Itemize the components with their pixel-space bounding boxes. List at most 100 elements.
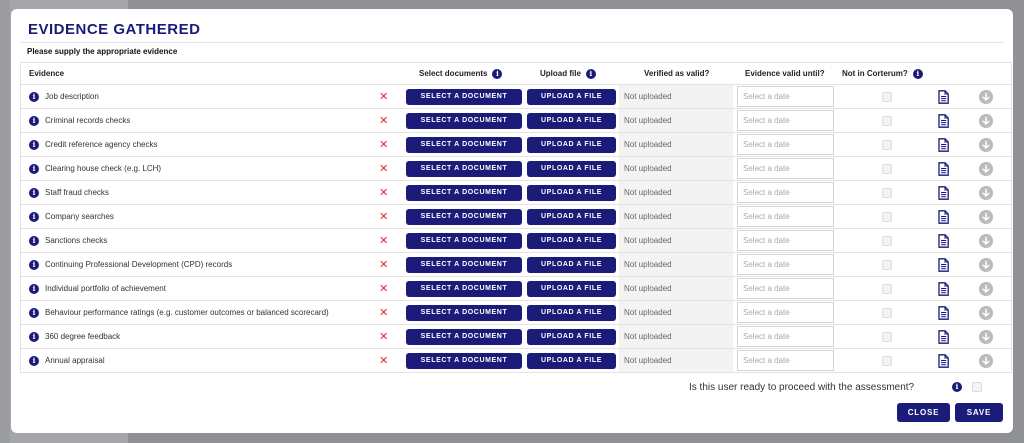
remove-icon[interactable]: ✕	[379, 301, 388, 324]
document-icon[interactable]	[938, 90, 949, 104]
remove-icon[interactable]: ✕	[379, 229, 388, 252]
remove-icon[interactable]: ✕	[379, 85, 388, 108]
document-icon[interactable]	[938, 138, 949, 152]
select-document-button[interactable]: SELECT A DOCUMENT	[406, 329, 522, 345]
document-icon[interactable]	[938, 114, 949, 128]
select-document-button[interactable]: SELECT A DOCUMENT	[406, 185, 522, 201]
document-icon[interactable]	[938, 306, 949, 320]
upload-file-button[interactable]: UPLOAD A FILE	[527, 209, 616, 225]
remove-icon[interactable]: ✕	[379, 349, 388, 372]
info-icon[interactable]: i	[29, 284, 39, 294]
remove-icon[interactable]: ✕	[379, 157, 388, 180]
ready-checkbox[interactable]	[972, 382, 982, 392]
download-icon[interactable]	[979, 354, 993, 368]
remove-icon[interactable]: ✕	[379, 325, 388, 348]
info-icon[interactable]: i	[29, 188, 39, 198]
not-in-corterum-checkbox[interactable]	[882, 308, 892, 318]
not-in-corterum-checkbox[interactable]	[882, 92, 892, 102]
info-icon[interactable]: i	[29, 260, 39, 270]
info-icon[interactable]: i	[29, 308, 39, 318]
select-document-button[interactable]: SELECT A DOCUMENT	[406, 233, 522, 249]
document-icon[interactable]	[938, 234, 949, 248]
remove-icon[interactable]: ✕	[379, 205, 388, 228]
download-icon[interactable]	[979, 186, 993, 200]
download-icon[interactable]	[979, 114, 993, 128]
remove-icon[interactable]: ✕	[379, 133, 388, 156]
not-in-corterum-checkbox[interactable]	[882, 140, 892, 150]
info-icon[interactable]: i	[952, 382, 962, 392]
not-in-corterum-checkbox[interactable]	[882, 116, 892, 126]
upload-file-button[interactable]: UPLOAD A FILE	[527, 353, 616, 369]
select-document-button[interactable]: SELECT A DOCUMENT	[406, 209, 522, 225]
info-icon[interactable]: i	[29, 236, 39, 246]
download-icon[interactable]	[979, 90, 993, 104]
upload-file-button[interactable]: UPLOAD A FILE	[527, 137, 616, 153]
not-in-corterum-checkbox[interactable]	[882, 212, 892, 222]
select-document-button[interactable]: SELECT A DOCUMENT	[406, 353, 522, 369]
info-icon[interactable]: i	[29, 92, 39, 102]
valid-until-date-field[interactable]: Select a date	[737, 206, 834, 227]
select-document-button[interactable]: SELECT A DOCUMENT	[406, 305, 522, 321]
info-icon[interactable]: i	[29, 332, 39, 342]
download-icon[interactable]	[979, 282, 993, 296]
remove-icon[interactable]: ✕	[379, 253, 388, 276]
document-icon[interactable]	[938, 330, 949, 344]
info-icon[interactable]: i	[29, 116, 39, 126]
info-icon[interactable]: i	[29, 356, 39, 366]
select-document-button[interactable]: SELECT A DOCUMENT	[406, 257, 522, 273]
remove-icon[interactable]: ✕	[379, 277, 388, 300]
valid-until-date-field[interactable]: Select a date	[737, 158, 834, 179]
upload-file-button[interactable]: UPLOAD A FILE	[527, 161, 616, 177]
save-button[interactable]: SAVE	[955, 403, 1003, 422]
document-icon[interactable]	[938, 354, 949, 368]
not-in-corterum-checkbox[interactable]	[882, 332, 892, 342]
upload-file-button[interactable]: UPLOAD A FILE	[527, 257, 616, 273]
select-document-button[interactable]: SELECT A DOCUMENT	[406, 281, 522, 297]
upload-file-button[interactable]: UPLOAD A FILE	[527, 185, 616, 201]
download-icon[interactable]	[979, 306, 993, 320]
valid-until-date-field[interactable]: Select a date	[737, 230, 834, 251]
download-icon[interactable]	[979, 258, 993, 272]
not-in-corterum-checkbox[interactable]	[882, 260, 892, 270]
upload-file-button[interactable]: UPLOAD A FILE	[527, 89, 616, 105]
document-icon[interactable]	[938, 258, 949, 272]
download-icon[interactable]	[979, 330, 993, 344]
info-icon[interactable]: i	[492, 68, 503, 79]
remove-icon[interactable]: ✕	[379, 181, 388, 204]
select-document-button[interactable]: SELECT A DOCUMENT	[406, 137, 522, 153]
valid-until-date-field[interactable]: Select a date	[737, 302, 834, 323]
valid-until-date-field[interactable]: Select a date	[737, 326, 834, 347]
upload-file-button[interactable]: UPLOAD A FILE	[527, 233, 616, 249]
valid-until-date-field[interactable]: Select a date	[737, 110, 834, 131]
not-in-corterum-checkbox[interactable]	[882, 164, 892, 174]
valid-until-date-field[interactable]: Select a date	[737, 134, 834, 155]
download-icon[interactable]	[979, 162, 993, 176]
not-in-corterum-checkbox[interactable]	[882, 356, 892, 366]
upload-file-button[interactable]: UPLOAD A FILE	[527, 305, 616, 321]
valid-until-date-field[interactable]: Select a date	[737, 350, 834, 371]
info-icon[interactable]: i	[912, 68, 923, 79]
info-icon[interactable]: i	[585, 68, 596, 79]
not-in-corterum-checkbox[interactable]	[882, 284, 892, 294]
select-document-button[interactable]: SELECT A DOCUMENT	[406, 113, 522, 129]
valid-until-date-field[interactable]: Select a date	[737, 278, 834, 299]
upload-file-button[interactable]: UPLOAD A FILE	[527, 329, 616, 345]
document-icon[interactable]	[938, 186, 949, 200]
info-icon[interactable]: i	[29, 164, 39, 174]
valid-until-date-field[interactable]: Select a date	[737, 254, 834, 275]
download-icon[interactable]	[979, 234, 993, 248]
valid-until-date-field[interactable]: Select a date	[737, 182, 834, 203]
info-icon[interactable]: i	[29, 212, 39, 222]
upload-file-button[interactable]: UPLOAD A FILE	[527, 281, 616, 297]
remove-icon[interactable]: ✕	[379, 109, 388, 132]
download-icon[interactable]	[979, 138, 993, 152]
not-in-corterum-checkbox[interactable]	[882, 236, 892, 246]
document-icon[interactable]	[938, 210, 949, 224]
not-in-corterum-checkbox[interactable]	[882, 188, 892, 198]
info-icon[interactable]: i	[29, 140, 39, 150]
upload-file-button[interactable]: UPLOAD A FILE	[527, 113, 616, 129]
select-document-button[interactable]: SELECT A DOCUMENT	[406, 89, 522, 105]
download-icon[interactable]	[979, 210, 993, 224]
document-icon[interactable]	[938, 282, 949, 296]
close-button[interactable]: CLOSE	[897, 403, 950, 422]
